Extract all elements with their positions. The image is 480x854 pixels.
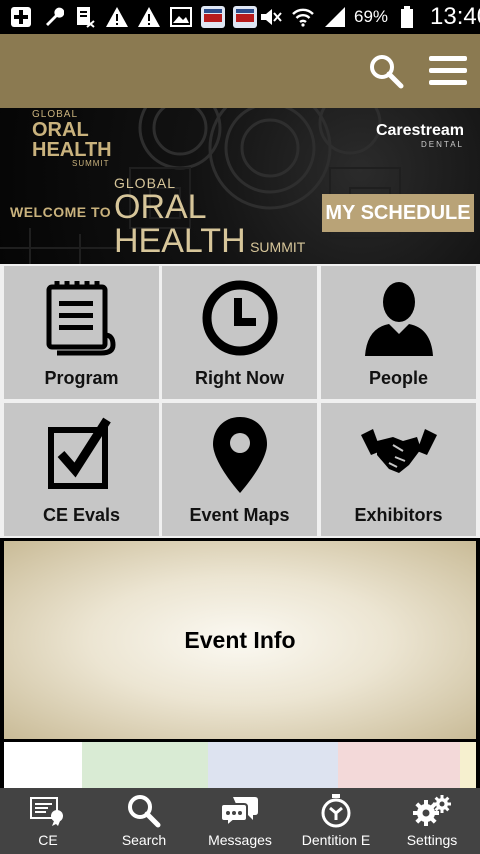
sponsor-logo: Carestream DENTAL — [376, 122, 464, 149]
search-icon — [128, 795, 161, 828]
tile-label: Event Maps — [189, 505, 290, 525]
tile-event-maps[interactable]: Event Maps — [162, 403, 317, 536]
small-logo-health: HEALTH — [32, 139, 112, 161]
nav-label: Search — [121, 832, 167, 848]
tile-exhibitors[interactable]: Exhibitors — [321, 403, 476, 536]
nav-search[interactable]: Search — [96, 788, 192, 854]
nav-label: Dentition E — [301, 832, 371, 848]
nav-label: CE — [38, 832, 58, 848]
program-icon — [46, 281, 116, 356]
tile-label: Program — [44, 368, 119, 388]
wifi-icon — [290, 5, 316, 29]
tile-program[interactable]: Program — [4, 266, 159, 399]
menu-button[interactable] — [428, 51, 468, 91]
gears-icon — [413, 795, 451, 826]
chat-icon — [221, 797, 258, 827]
app-bar — [0, 34, 480, 108]
mute-icon — [258, 5, 284, 29]
small-logo-oral: ORAL — [32, 119, 89, 141]
nav-dentition[interactable]: Dentition E — [288, 788, 384, 854]
plus-box-icon — [8, 5, 34, 29]
app-notification-icon — [232, 5, 258, 29]
tile-label: CE Evals — [42, 505, 121, 525]
image-icon — [168, 5, 194, 29]
file-x-icon — [72, 5, 98, 29]
strip-segment — [338, 742, 460, 788]
nav-messages[interactable]: Messages — [192, 788, 288, 854]
small-logo-summit: SUMMIT — [72, 159, 110, 168]
search-button[interactable] — [366, 51, 406, 91]
checkbox-icon — [47, 417, 111, 489]
strip-segment — [82, 742, 208, 788]
nav-settings[interactable]: Settings — [384, 788, 480, 854]
logo-health: HEALTH — [114, 222, 246, 260]
sponsor-sub: DENTAL — [421, 140, 464, 149]
person-icon — [364, 282, 433, 356]
summit-logo: GLOBAL ORAL HEALTH SUMMIT — [114, 176, 305, 258]
app-notification-icon — [200, 5, 226, 29]
nav-label: Messages — [208, 832, 272, 848]
warning-icon — [104, 5, 130, 29]
strip-segment — [4, 742, 82, 788]
tile-right-now[interactable]: Right Now — [162, 266, 317, 399]
tile-label: Exhibitors — [354, 505, 443, 525]
tile-people[interactable]: People — [321, 266, 476, 399]
event-banner: GLOBAL ORAL HEALTH SUMMIT Carestream DEN… — [0, 108, 480, 264]
welcome-text: WELCOME TO — [10, 204, 112, 220]
clock-icon — [202, 280, 277, 356]
logo-oral: ORAL — [114, 188, 207, 226]
tile-ce-evals[interactable]: CE Evals — [4, 403, 159, 536]
small-summit-logo: GLOBAL ORAL HEALTH SUMMIT — [32, 110, 112, 168]
strip-segment — [460, 742, 476, 788]
stopwatch-icon — [321, 794, 351, 828]
clock-time: 13:40 — [430, 3, 480, 30]
bottom-navigation: CE Search Messages Dentition E Settings — [0, 788, 480, 854]
status-bar: 69% 13:40 — [0, 0, 480, 34]
my-schedule-button[interactable]: MY SCHEDULE — [322, 194, 474, 232]
strip-segment — [208, 742, 338, 788]
signal-icon — [322, 5, 348, 29]
wrench-icon — [40, 5, 66, 29]
certificate-icon — [30, 797, 63, 826]
warning-icon — [136, 5, 162, 29]
handshake-icon — [360, 429, 437, 473]
tile-label: People — [368, 368, 429, 388]
event-info-button[interactable]: Event Info — [4, 541, 476, 739]
tile-label: Right Now — [195, 368, 284, 388]
main-menu-grid: Program Right Now People CE Evals Event … — [0, 264, 480, 538]
battery-icon — [394, 5, 420, 29]
schedule-preview-strip[interactable] — [4, 742, 476, 788]
nav-ce[interactable]: CE — [0, 788, 96, 854]
map-pin-icon — [212, 417, 267, 493]
event-info-label: Event Info — [184, 626, 296, 653]
battery-percent: 69% — [354, 7, 389, 26]
nav-label: Settings — [406, 832, 458, 848]
sponsor-name: Carestream — [375, 122, 464, 139]
search-icon — [370, 55, 404, 89]
menu-icon — [429, 56, 467, 85]
logo-summit: SUMMIT — [250, 239, 306, 255]
